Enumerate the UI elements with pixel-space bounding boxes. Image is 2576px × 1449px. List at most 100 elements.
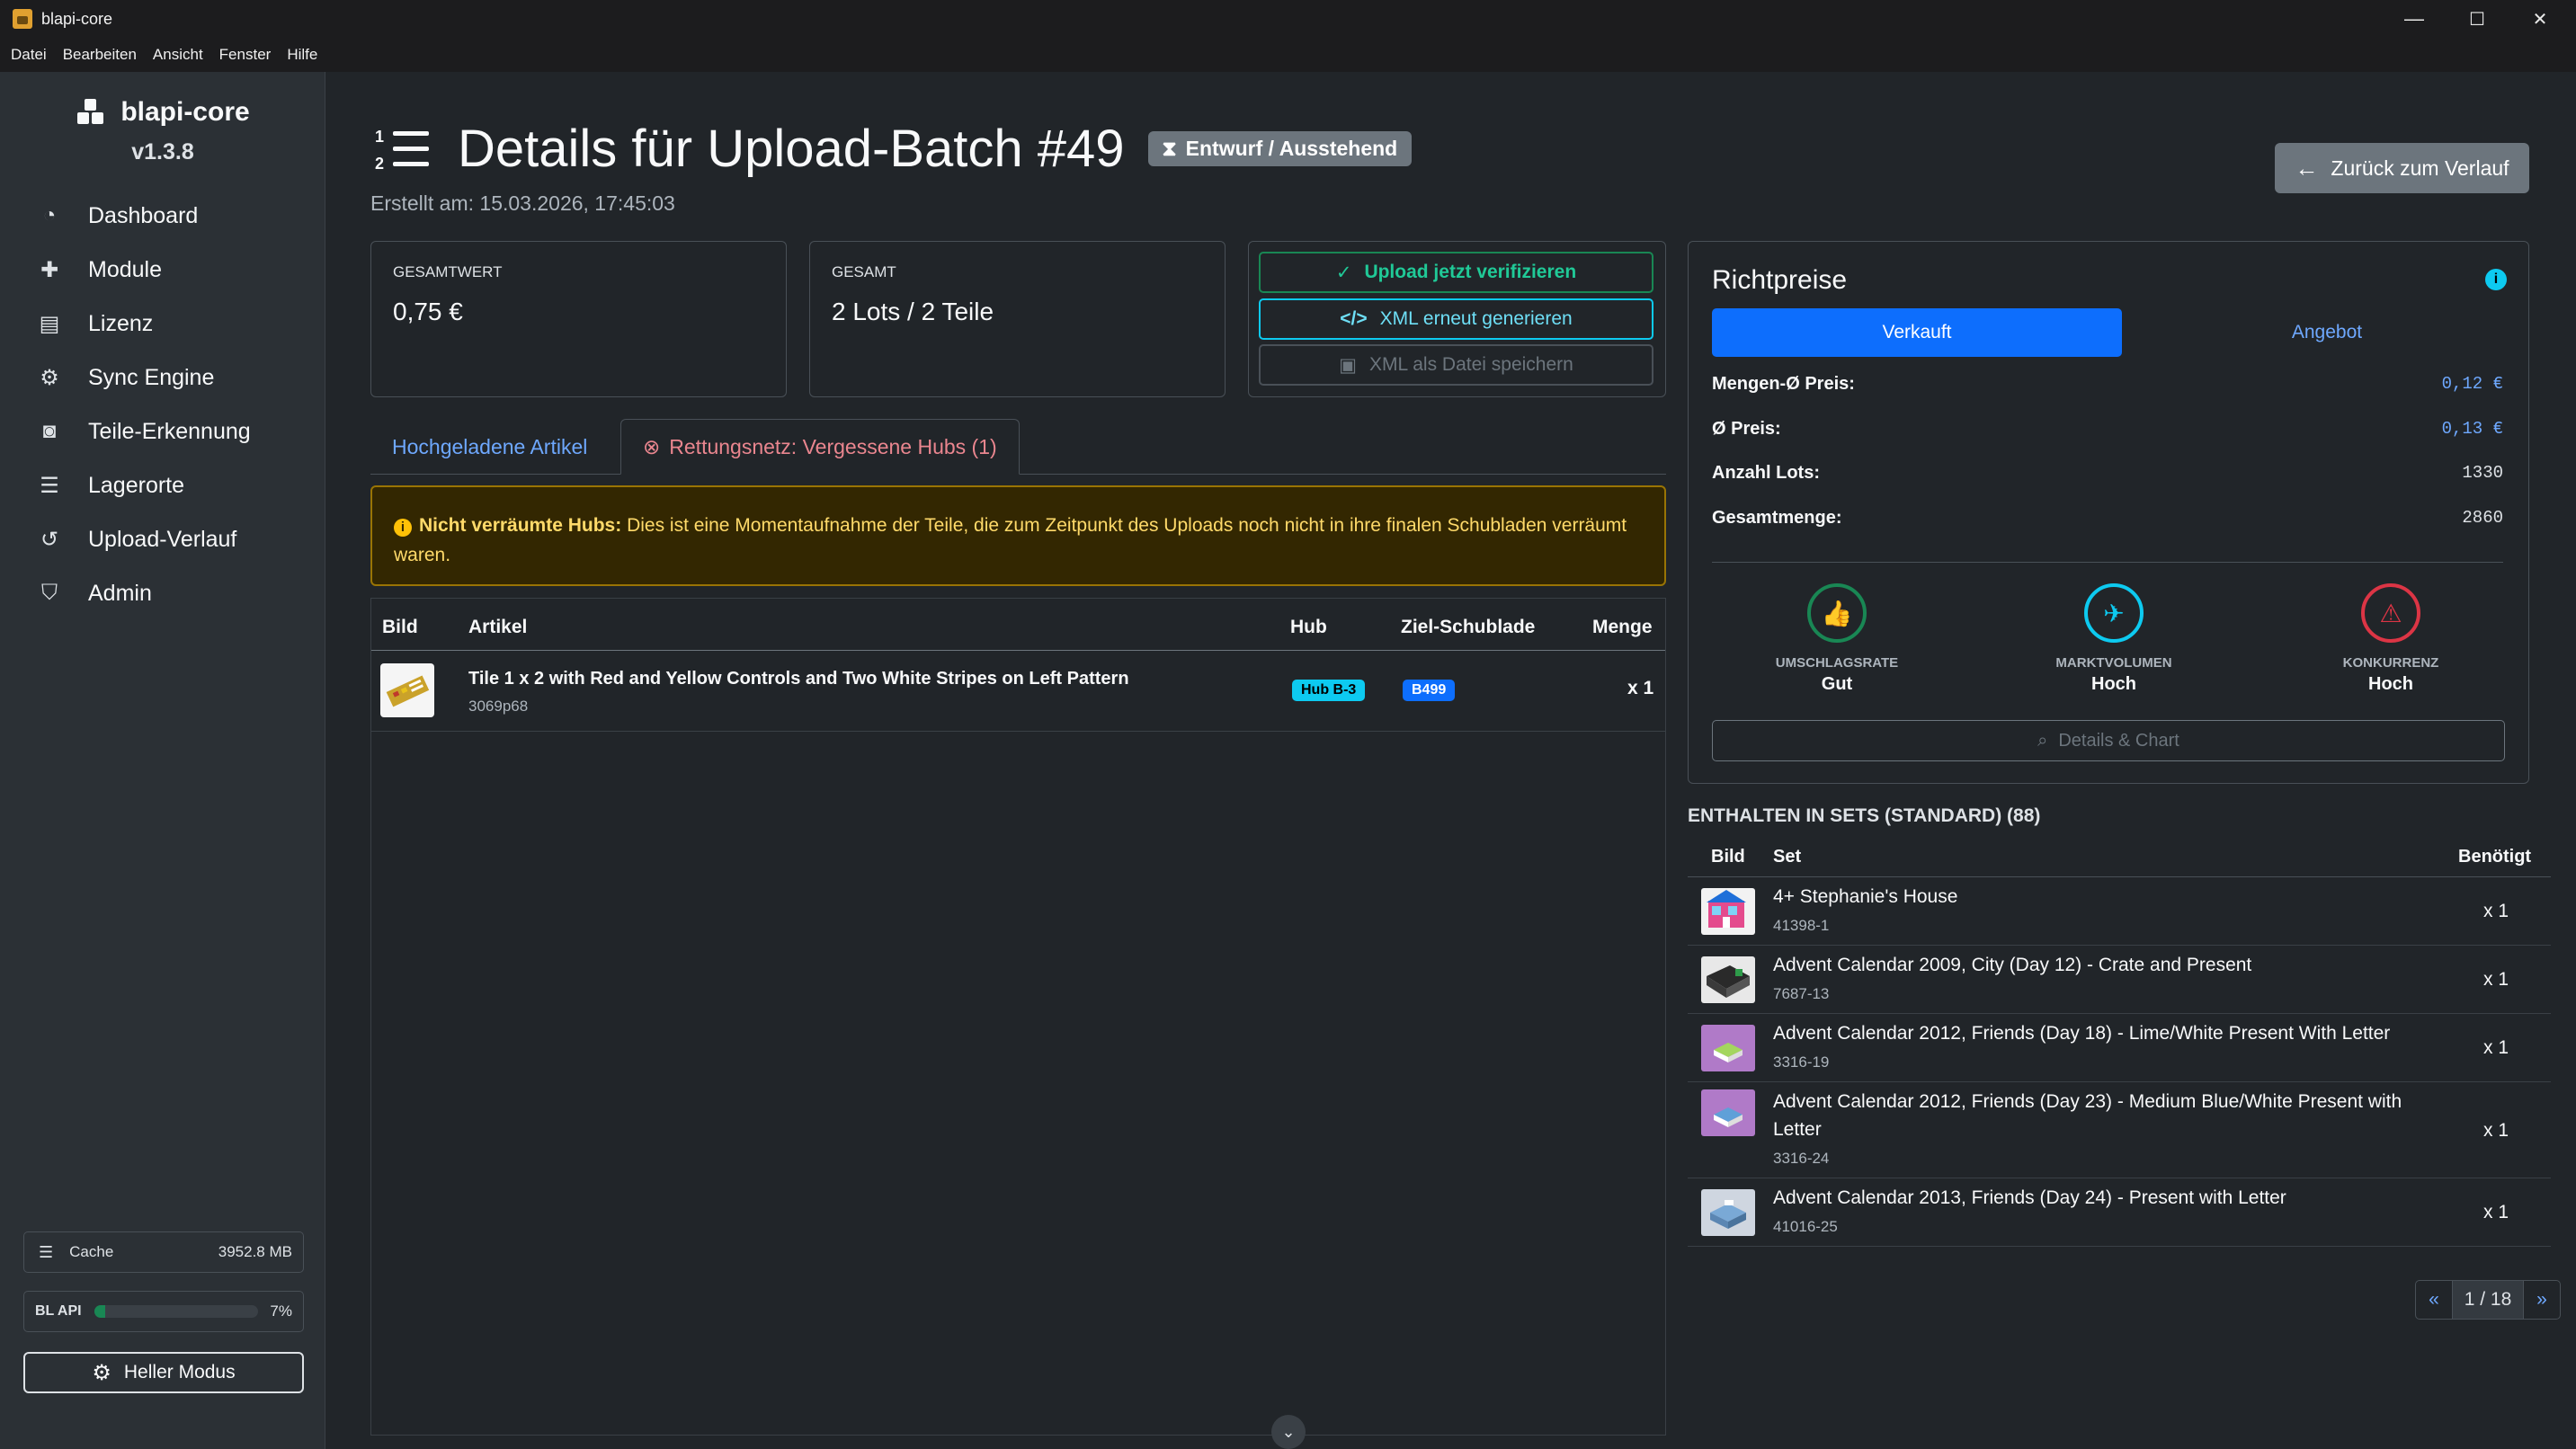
- set-row[interactable]: 4+ Stephanie's House 41398-1 x 1: [1688, 877, 2551, 946]
- info-icon[interactable]: i: [2485, 269, 2507, 290]
- sidebar-item-upload-verlauf[interactable]: ↺ Upload-Verlauf: [36, 512, 251, 566]
- tab-forgotten-hubs[interactable]: ⊗ Rettungsnetz: Vergessene Hubs (1): [620, 419, 1020, 475]
- sidebar-item-label: Module: [88, 256, 162, 282]
- metric-volume: ✈ MARKTVOLUMEN Hoch: [2006, 583, 2222, 695]
- cubes-icon: [77, 99, 104, 124]
- total-label: GESAMT: [832, 263, 896, 280]
- minimize-button[interactable]: —: [2383, 0, 2446, 38]
- verify-upload-button[interactable]: ✓ Upload jetzt verifizieren: [1259, 252, 1653, 293]
- set-name: Advent Calendar 2009, City (Day 12) - Cr…: [1773, 955, 2252, 975]
- sidebar-item-label: Lagerorte: [88, 472, 185, 498]
- sidebar-item-label: Upload-Verlauf: [88, 526, 237, 552]
- set-thumbnail: [1701, 1189, 1755, 1236]
- sidebar-item-lizenz[interactable]: ▤ Lizenz: [36, 297, 251, 351]
- col-article: Artikel: [468, 617, 528, 637]
- app-icon: [13, 9, 32, 29]
- part-thumbnail: [380, 663, 434, 717]
- sidebar-item-dashboard[interactable]: ◔ Dashboard: [36, 189, 251, 243]
- set-number: 41398-1: [1773, 917, 1830, 934]
- brand: blapi-core v1.3.8: [0, 97, 325, 165]
- svg-text:1: 1: [375, 128, 384, 146]
- sidebar-item-label: Sync Engine: [88, 364, 215, 390]
- sets-table-header: Bild Set Benötigt: [1688, 841, 2551, 877]
- verify-label: Upload jetzt verifizieren: [1364, 262, 1577, 282]
- floppy-icon: ▣: [1339, 354, 1357, 376]
- close-button[interactable]: ✕: [2509, 0, 2572, 38]
- scroll-down-button[interactable]: ⌄: [1271, 1415, 1306, 1449]
- back-label: Zurück zum Verlauf: [2331, 156, 2509, 180]
- regenerate-xml-button[interactable]: </> XML erneut generieren: [1259, 298, 1653, 340]
- metric-label: KONKURRENZ: [2342, 655, 2439, 671]
- total-value-card: GESAMTWERT 0,75 €: [370, 241, 787, 397]
- sidebar-item-label: Teile-Erkennung: [88, 418, 251, 444]
- price-row: Anzahl Lots: 1330: [1712, 462, 2503, 484]
- sidebar-item-lagerorte[interactable]: ☰ Lagerorte: [36, 458, 251, 512]
- tab-uploaded-items[interactable]: Hochgeladene Artikel: [370, 419, 609, 475]
- menu-datei[interactable]: Datei: [11, 46, 47, 64]
- status-text: Entwurf / Ausstehend: [1185, 137, 1398, 160]
- set-quantity: x 1: [2483, 1120, 2509, 1141]
- created-timestamp: Erstellt am: 15.03.2026, 17:45:03: [370, 191, 675, 215]
- menu-fenster[interactable]: Fenster: [219, 46, 272, 64]
- sidebar-item-sync-engine[interactable]: ⚙ Sync Engine: [36, 351, 251, 404]
- metric-label: UMSCHLAGSRATE: [1775, 655, 1899, 671]
- pager-prev-button[interactable]: «: [2416, 1281, 2452, 1319]
- col-image: Bild: [382, 617, 418, 637]
- tab-offer[interactable]: Angebot: [2122, 308, 2532, 357]
- pagination: « 1 / 18 »: [2415, 1280, 2561, 1320]
- set-quantity: x 1: [2483, 1037, 2509, 1058]
- table-row[interactable]: Tile 1 x 2 with Red and Yellow Controls …: [371, 651, 1665, 732]
- code-icon: </>: [1340, 308, 1368, 329]
- warning-alert: i Nicht verräumte Hubs: Dies ist eine Mom…: [370, 485, 1666, 586]
- history-icon: ↺: [40, 527, 59, 552]
- plane-icon: ✈: [2084, 583, 2144, 643]
- sidebar-item-module[interactable]: ✚ Module: [36, 243, 251, 297]
- api-progress-fill: [94, 1305, 106, 1318]
- version: v1.3.8: [131, 139, 194, 164]
- col-image: Bild: [1711, 847, 1745, 867]
- menu-bar: Datei Bearbeiten Ansicht Fenster Hilfe: [0, 38, 2576, 72]
- info-icon: i: [394, 519, 412, 537]
- tab-sold[interactable]: Verkauft: [1712, 308, 2122, 357]
- set-name: Advent Calendar 2012, Friends (Day 18) -…: [1773, 1023, 2391, 1044]
- set-row[interactable]: Advent Calendar 2009, City (Day 12) - Cr…: [1688, 946, 2551, 1014]
- sets-title: ENTHALTEN IN SETS (STANDARD) (88): [1688, 805, 2041, 826]
- shield-icon: ⛉: [41, 581, 58, 605]
- api-usage-indicator: BL API 7%: [23, 1291, 304, 1332]
- menu-bearbeiten[interactable]: Bearbeiten: [63, 46, 137, 64]
- set-row[interactable]: Advent Calendar 2013, Friends (Day 24) -…: [1688, 1178, 2551, 1247]
- set-row[interactable]: Advent Calendar 2012, Friends (Day 18) -…: [1688, 1014, 2551, 1082]
- sidebar-nav: ◔ Dashboard ✚ Module ▤ Lizenz ⚙ Sync Engine …: [36, 189, 251, 620]
- light-mode-button[interactable]: ⚙ Heller Modus: [23, 1352, 304, 1393]
- back-to-history-button[interactable]: ← Zurück zum Verlauf: [2275, 143, 2529, 193]
- sidebar-item-admin[interactable]: ⛉ Admin: [36, 566, 251, 620]
- puzzle-icon: ✚: [40, 257, 59, 282]
- set-quantity: x 1: [2483, 969, 2509, 990]
- pager-next-button[interactable]: »: [2524, 1281, 2560, 1319]
- gear-icon: ⚙: [92, 1360, 111, 1385]
- set-thumbnail: [1701, 956, 1755, 1003]
- set-row[interactable]: Advent Calendar 2012, Friends (Day 23) -…: [1688, 1082, 2551, 1178]
- save-xml-button[interactable]: ▣ XML als Datei speichern: [1259, 344, 1653, 386]
- license-icon: ▤: [39, 311, 60, 336]
- svg-text:2: 2: [375, 155, 384, 173]
- set-name: Advent Calendar 2013, Friends (Day 24) -…: [1773, 1187, 2286, 1208]
- menu-ansicht[interactable]: Ansicht: [153, 46, 203, 64]
- tab-forgotten-hubs-label: Rettungsnetz: Vergessene Hubs (1): [669, 434, 997, 458]
- api-progress-bar: [94, 1305, 258, 1318]
- col-hub: Hub: [1290, 617, 1327, 637]
- gears-icon: ⚙: [40, 365, 59, 390]
- price-row: Gesamtmenge: 2860: [1712, 507, 2503, 529]
- total-value: 0,75 €: [393, 298, 463, 325]
- details-chart-label: Details & Chart: [2058, 730, 2179, 751]
- metric-label: MARKTVOLUMEN: [2055, 655, 2172, 671]
- total-count-card: GESAMT 2 Lots / 2 Teile: [809, 241, 1226, 397]
- cache-label: Cache: [69, 1243, 114, 1260]
- details-chart-button[interactable]: ⌕ Details & Chart: [1712, 720, 2505, 761]
- sidebar-item-label: Admin: [88, 580, 152, 606]
- drawer-badge: B499: [1403, 680, 1456, 701]
- col-required: Benötigt: [2458, 847, 2532, 867]
- maximize-button[interactable]: ☐: [2446, 0, 2509, 38]
- sidebar-item-teile-erkennung[interactable]: ◙ Teile-Erkennung: [36, 404, 251, 458]
- menu-hilfe[interactable]: Hilfe: [287, 46, 317, 64]
